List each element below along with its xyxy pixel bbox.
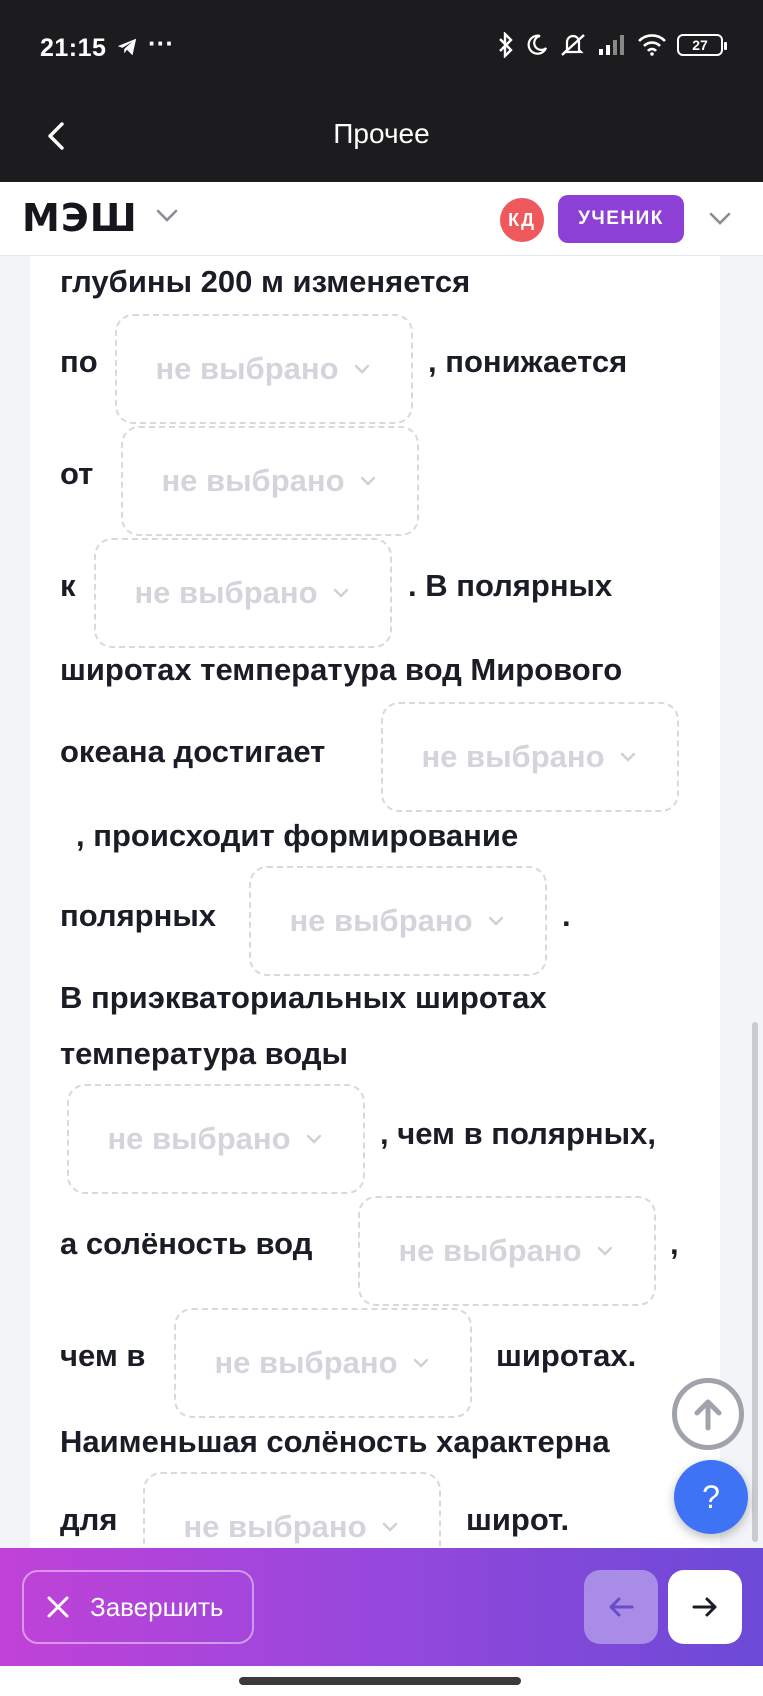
role-badge[interactable]: УЧЕНИК [558, 195, 684, 243]
exercise-text: к [60, 568, 76, 603]
exercise-text: В приэкваториальных широтах [60, 980, 547, 1015]
dropdown-value: не выбрано [421, 739, 605, 774]
next-button[interactable] [668, 1570, 742, 1644]
answer-dropdown[interactable]: не выбрано [249, 866, 547, 976]
home-indicator-bar [0, 1666, 763, 1696]
exercise-text: Наименьшая солёность характерна [60, 1424, 610, 1459]
finish-button[interactable]: Завершить [22, 1570, 254, 1644]
exercise-text: . [562, 898, 571, 933]
exercise-card: глубины 200 м изменяется по не выбрано ,… [30, 256, 720, 1548]
exercise-text: чем в [60, 1338, 146, 1373]
exercise-text: широтах температура вод Мирового [60, 652, 623, 687]
dropdown-value: не выбрано [155, 351, 339, 386]
exercise-text: для [60, 1502, 118, 1537]
chevron-down-icon[interactable] [702, 200, 738, 236]
battery-icon: 27 [677, 34, 727, 56]
finish-label: Завершить [90, 1591, 224, 1622]
telegram-icon [117, 38, 137, 56]
close-icon [47, 1596, 69, 1618]
exercise-text: температура воды [60, 1036, 348, 1071]
exercise-text: широтах. [496, 1338, 637, 1373]
exercise-text: , [670, 1226, 679, 1261]
scrollbar[interactable] [752, 1022, 758, 1542]
status-icons: 27 [497, 32, 727, 58]
avatar[interactable]: КД [500, 198, 544, 242]
exercise-text: глубины 200 м изменяется [60, 264, 471, 299]
chevron-down-icon [333, 588, 348, 598]
signal-icon [599, 35, 624, 55]
arrow-up-icon [694, 1399, 722, 1431]
answer-dropdown[interactable]: не выбрано [67, 1084, 365, 1194]
chevron-down-icon[interactable] [150, 198, 184, 232]
answer-dropdown[interactable]: не выбрано [143, 1472, 441, 1548]
status-time: 21:15 [40, 34, 107, 62]
exercise-text: от [60, 456, 94, 491]
answer-dropdown[interactable]: не выбрано [381, 702, 679, 812]
bottom-bar: Завершить [0, 1548, 763, 1666]
chevron-down-icon [413, 1358, 428, 1368]
exercise-text: , понижается [428, 344, 628, 379]
app-bar: Прочее [0, 96, 763, 182]
chevron-down-icon [620, 752, 635, 762]
exercise-text: широт. [466, 1502, 570, 1537]
help-button[interactable]: ? [674, 1460, 748, 1534]
dropdown-value: не выбрано [398, 1233, 582, 1268]
answer-dropdown[interactable]: не выбрано [115, 314, 413, 424]
dropdown-value: не выбрано [214, 1345, 398, 1380]
chevron-down-icon [354, 364, 369, 374]
answer-dropdown[interactable]: не выбрано [174, 1308, 472, 1418]
answer-dropdown[interactable]: не выбрано [94, 538, 392, 648]
logo[interactable]: МЭШ [22, 196, 138, 240]
chevron-down-icon [597, 1246, 612, 1256]
chevron-down-icon [382, 1522, 397, 1532]
dropdown-value: не выбрано [161, 463, 345, 498]
bluetooth-icon [499, 32, 513, 58]
help-icon: ? [702, 1478, 720, 1515]
previous-button[interactable] [584, 1570, 658, 1644]
app-header: МЭШ КД УЧЕНИК [0, 182, 763, 256]
exercise-text: по [60, 344, 98, 379]
exercise-text: а солёность вод [60, 1226, 313, 1261]
dropdown-value: не выбрано [134, 575, 318, 610]
exercise-text: полярных [60, 898, 217, 933]
moon-icon [527, 34, 548, 55]
status-bar: 21:15 ··· 27 [0, 0, 763, 96]
more-notifications-icon: ··· [148, 28, 174, 58]
scroll-top-button[interactable] [672, 1378, 744, 1450]
mute-icon [561, 34, 585, 56]
exercise-text: , чем в полярных, [380, 1116, 656, 1151]
dropdown-value: не выбрано [289, 903, 473, 938]
exercise-text: , происходит формирование [76, 818, 519, 853]
answer-dropdown[interactable]: не выбрано [121, 426, 419, 536]
chevron-down-icon [306, 1134, 321, 1144]
page-title: Прочее [333, 118, 430, 149]
dropdown-value: не выбрано [183, 1509, 367, 1544]
answer-dropdown[interactable]: не выбрано [358, 1196, 656, 1306]
arrow-right-icon [692, 1597, 717, 1617]
arrow-left-icon [609, 1597, 634, 1617]
chevron-down-icon [360, 476, 375, 486]
exercise-text: . В полярных [408, 568, 613, 603]
home-indicator[interactable] [239, 1677, 521, 1685]
wifi-icon [638, 34, 666, 56]
chevron-down-icon [488, 916, 503, 926]
exercise-text: океана достигает [60, 734, 326, 769]
dropdown-value: не выбрано [107, 1121, 291, 1156]
